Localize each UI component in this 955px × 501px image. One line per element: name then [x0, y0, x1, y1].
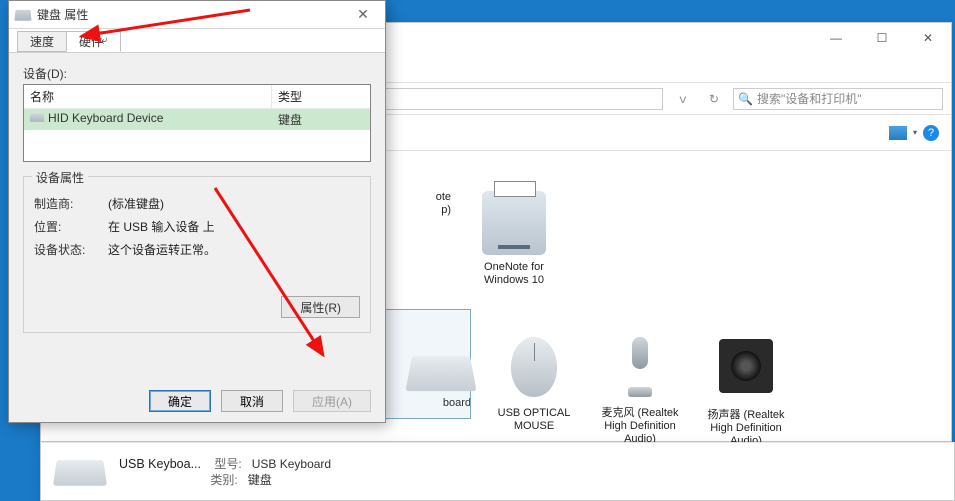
properties-button[interactable]: 属性(R): [281, 296, 360, 318]
cursor-icon: ⤶: [101, 33, 108, 48]
dialog-footer: 确定 取消 应用(A): [149, 390, 371, 412]
search-placeholder: 搜索"设备和打印机": [757, 90, 862, 107]
device-label: USB OPTICALMOUSE: [491, 407, 577, 445]
dialog-close-button[interactable]: ✕: [341, 1, 385, 29]
keyboard-icon: [405, 356, 476, 391]
dialog-titlebar[interactable]: 键盘 属性 ✕: [9, 1, 385, 29]
list-header: 名称 类型: [24, 85, 370, 109]
status-value: 这个设备运转正常。: [108, 241, 216, 258]
details-pane: USB Keyboa... 型号: USB Keyboard 类别: 键盘: [40, 442, 955, 501]
device-item[interactable]: USB OPTICALMOUSE: [491, 335, 577, 448]
list-cell-type: 键盘: [272, 109, 308, 130]
dialog-body: 设备(D): 名称 类型 HID Keyboard Device 键盘 设备属性…: [9, 53, 385, 345]
details-model-label: 型号:: [214, 457, 241, 471]
keyboard-properties-dialog: 键盘 属性 ✕ 速度 硬件⤶ 设备(D): 名称 类型 HID Keyboard…: [8, 0, 386, 423]
minimize-button[interactable]: —: [813, 23, 859, 53]
search-input[interactable]: 🔍 搜索"设备和打印机": [733, 88, 943, 110]
close-button[interactable]: ✕: [905, 23, 951, 53]
device-label: OneNote for Windows 10: [471, 261, 557, 299]
ok-button[interactable]: 确定: [149, 390, 211, 412]
column-name[interactable]: 名称: [24, 85, 272, 108]
device-item[interactable]: 扬声器 (RealtekHigh DefinitionAudio): [703, 335, 789, 448]
cancel-button[interactable]: 取消: [221, 390, 283, 412]
microphone-icon: [625, 337, 655, 397]
status-label: 设备状态:: [34, 241, 108, 258]
dialog-tabs: 速度 硬件⤶: [9, 29, 385, 53]
details-title: USB Keyboa...: [119, 457, 201, 471]
tab-hardware[interactable]: 硬件⤶: [66, 31, 121, 52]
list-cell-name: HID Keyboard Device: [24, 109, 272, 130]
view-options-icon[interactable]: [889, 126, 907, 140]
help-icon[interactable]: ?: [923, 125, 939, 141]
group-title: 设备属性: [32, 169, 88, 186]
tab-speed[interactable]: 速度: [17, 31, 67, 52]
devices-label: 设备(D):: [23, 65, 371, 82]
device-item[interactable]: OneNote for Windows 10: [471, 191, 557, 299]
details-model-value: USB Keyboard: [252, 457, 331, 471]
devices-list[interactable]: 名称 类型 HID Keyboard Device 键盘: [23, 84, 371, 162]
mouse-icon: [511, 337, 557, 397]
keyboard-icon: [53, 460, 107, 486]
device-item[interactable]: 麦克风 (RealtekHigh DefinitionAudio): [597, 335, 683, 448]
dialog-title: 键盘 属性: [37, 6, 341, 23]
device-properties-group: 设备属性 制造商: (标准键盘) 位置: 在 USB 输入设备 上 设备状态: …: [23, 176, 371, 333]
column-type[interactable]: 类型: [272, 85, 370, 108]
location-label: 位置:: [34, 218, 108, 235]
device-item[interactable]: ote p): [401, 191, 451, 299]
device-label: 麦克风 (RealtekHigh DefinitionAudio): [597, 407, 683, 446]
search-icon: 🔍: [738, 92, 753, 106]
details-category-label: 类别:: [210, 473, 237, 487]
maximize-button[interactable]: ☐: [859, 23, 905, 53]
keyboard-icon: [14, 9, 31, 20]
keyboard-icon: [30, 114, 45, 122]
printer-icon: [482, 191, 546, 255]
address-dropdown-icon[interactable]: ｖ: [671, 90, 695, 107]
details-category-value: 键盘: [248, 473, 272, 487]
manufacturer-label: 制造商:: [34, 195, 108, 212]
manufacturer-value: (标准键盘): [108, 195, 164, 212]
apply-button[interactable]: 应用(A): [293, 390, 371, 412]
refresh-icon[interactable]: ↻: [703, 92, 725, 106]
speaker-icon: [719, 339, 773, 393]
location-value: 在 USB 输入设备 上: [108, 218, 215, 235]
list-row[interactable]: HID Keyboard Device 键盘: [24, 109, 370, 130]
